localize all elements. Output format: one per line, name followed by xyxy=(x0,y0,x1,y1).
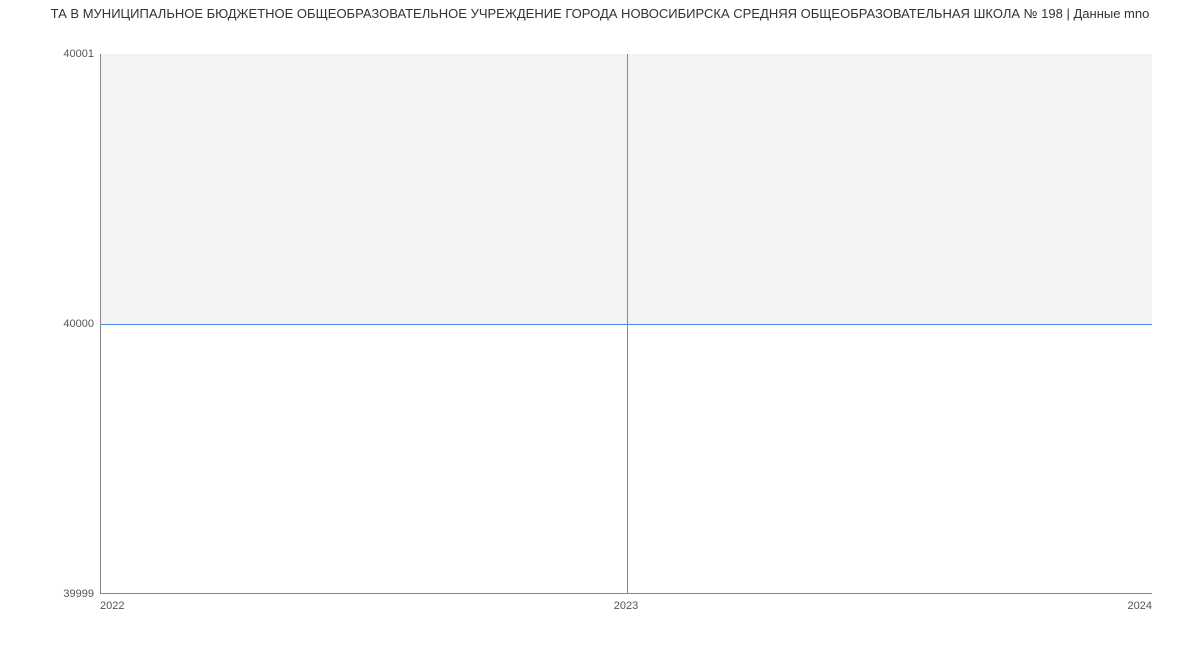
chart-area: 40001 40000 39999 2022 2023 2024 xyxy=(0,28,1200,628)
x-tick-label: 2024 xyxy=(1128,600,1152,612)
plot-area xyxy=(100,54,1152,594)
y-tick-label: 40001 xyxy=(63,48,94,60)
x-tick-label: 2023 xyxy=(614,600,638,612)
y-tick-label: 40000 xyxy=(63,318,94,330)
data-series-line xyxy=(101,324,1152,325)
y-tick-label: 39999 xyxy=(63,588,94,600)
chart-title: ТА В МУНИЦИПАЛЬНОЕ БЮДЖЕТНОЕ ОБЩЕОБРАЗОВ… xyxy=(0,0,1200,21)
x-tick-label: 2022 xyxy=(100,600,124,612)
